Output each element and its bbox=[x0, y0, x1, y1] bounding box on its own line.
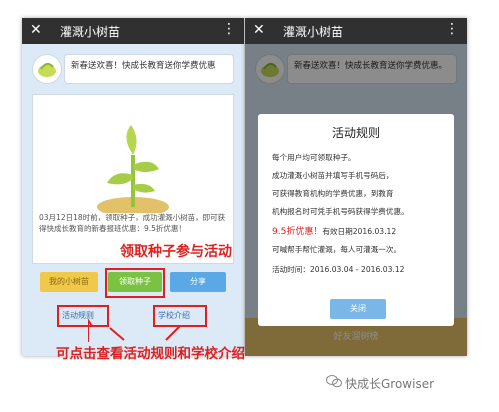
modal-title: 活动规则 bbox=[331, 126, 380, 140]
rule-line: 机构报名时可凭手机号码获得学费优惠。 bbox=[272, 207, 409, 216]
app-title: 灌溉小树苗 bbox=[283, 25, 344, 39]
rule-line: 成功灌溉小树苗并填写手机号码后， bbox=[272, 171, 394, 180]
valid-date: 有效日期2016.03.12 bbox=[322, 227, 397, 236]
rule-line: 活动时间：2016.03.04 - 2016.03.12 bbox=[272, 265, 405, 274]
tree-card: 03月12日18时前，领取种子，成功灌溉小树苗，即可获得快成长教育的新春报班优惠… bbox=[32, 94, 234, 264]
share-button[interactable]: 分享 bbox=[170, 272, 226, 292]
close-button[interactable]: 关闭 bbox=[330, 299, 386, 319]
close-icon[interactable]: ✕ bbox=[253, 22, 265, 38]
seed-annotation: 领取种子参与活动 bbox=[120, 244, 232, 260]
top-bar: ✕ 灌溉小树苗 ⋮ bbox=[22, 18, 244, 44]
rule-line: 可喊帮手帮忙灌溉，每人可灌溉一次。 bbox=[272, 245, 402, 254]
logo-icon bbox=[38, 63, 56, 77]
watermark: 快成长Growiser bbox=[345, 377, 435, 391]
welcome-message: 新春送欢喜！快成长教育送你学费优惠 bbox=[64, 54, 234, 84]
wechat-icon bbox=[326, 375, 342, 388]
close-icon[interactable]: ✕ bbox=[30, 22, 42, 38]
more-icon[interactable]: ⋮ bbox=[222, 21, 236, 37]
more-icon[interactable]: ⋮ bbox=[445, 21, 459, 37]
sprout-icon bbox=[97, 125, 169, 217]
annotation-arrows bbox=[88, 318, 181, 342]
rules-modal: 活动规则 每个用户均可领取种子。 成功灌溉小树苗并填写手机号码后， 可获得教育机… bbox=[258, 114, 454, 326]
seed-highlight-box bbox=[105, 268, 165, 298]
top-bar: ✕ 灌溉小树苗 ⋮ bbox=[245, 18, 467, 44]
phone-screen-left: ✕ 灌溉小树苗 ⋮ 新春送欢喜！快成长教育送你学费优惠 03月12日18时前，领… bbox=[22, 18, 244, 356]
phone-screen-right: ✕ 灌溉小树苗 ⋮ 新春送欢喜！快成长教育送你学费优惠。 好友溜树榜 活动规则 … bbox=[245, 18, 467, 356]
rule-line: 每个用户均可领取种子。 bbox=[272, 153, 356, 162]
app-title: 灌溉小树苗 bbox=[60, 25, 121, 39]
bottom-annotation: 可点击查看活动规则和学校介绍 bbox=[56, 346, 245, 362]
my-tree-button[interactable]: 我的小树苗 bbox=[40, 272, 98, 292]
avatar bbox=[32, 54, 62, 84]
activity-description: 03月12日18时前，领取种子，成功灌溉小树苗，即可获得快成长教育的新春报班优惠… bbox=[39, 213, 226, 233]
discount-text: 9.5折优惠！ bbox=[272, 227, 323, 237]
rule-line: 可获得教育机构的学费优惠，到教育 bbox=[272, 189, 394, 198]
